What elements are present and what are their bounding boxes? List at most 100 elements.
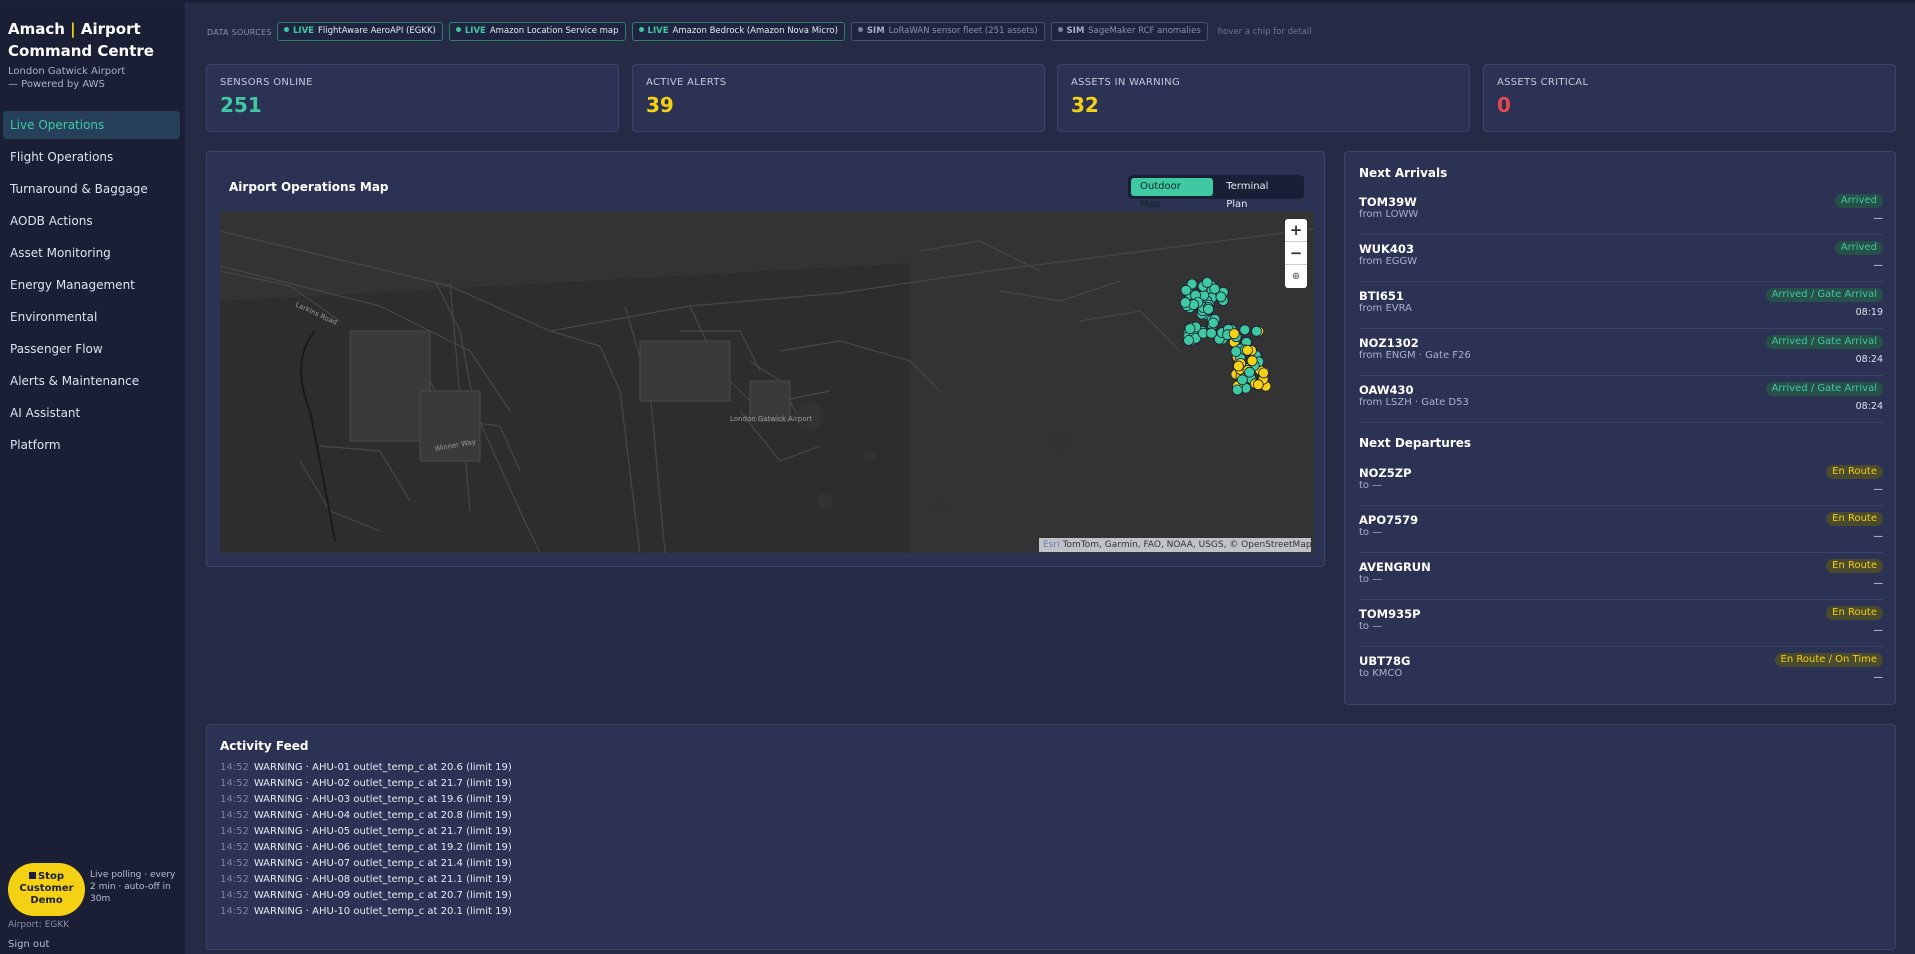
kpi-value: 251 (220, 93, 262, 117)
live-dot-icon (284, 27, 289, 32)
departure-row[interactable]: APO7579 to — En Route — (1359, 506, 1883, 553)
flight-route: to KMCO (1359, 668, 1403, 679)
sensor-marker[interactable] (1183, 334, 1194, 346)
flight-status-badge: Arrived / Gate Arrival (1765, 288, 1883, 302)
sign-out-link[interactable]: Sign out (8, 939, 49, 950)
departure-row[interactable]: UBT78G to KMCO En Route / On Time — (1359, 647, 1883, 694)
activity-time: 14:52 (220, 906, 249, 917)
activity-message: WARNING · AHU-06 outlet_temp_c at 19.2 (… (253, 842, 512, 853)
activity-item: 14:52 WARNING · AHU-01 outlet_temp_c at 2… (220, 760, 512, 776)
arrival-row[interactable]: TOM39W from LOWW Arrived — (1359, 188, 1883, 235)
top-strip (0, 0, 1915, 3)
departure-row[interactable]: TOM935P to — En Route — (1359, 600, 1883, 647)
chip-tag: SIM (866, 26, 885, 36)
nav-item-platform[interactable]: Platform (3, 431, 180, 459)
sensor-marker[interactable] (1252, 379, 1264, 391)
flight-status-badge: En Route (1826, 512, 1883, 526)
flight-status-badge: En Route (1826, 465, 1883, 479)
chip-lorawan[interactable]: SIM LoRaWAN sensor fleet (251 assets) (850, 22, 1045, 41)
activity-feed: Activity Feed 14:52 WARNING · AHU-01 outl… (206, 724, 1896, 950)
nav-item-passenger-flow[interactable]: Passenger Flow (3, 335, 180, 363)
sensor-marker[interactable] (1201, 277, 1213, 288)
sensor-marker[interactable] (1258, 367, 1269, 379)
flight-callsign: WUK403 (1359, 242, 1414, 256)
main-nav: Live Operations Flight Operations Turnar… (3, 111, 180, 463)
nav-item-asset-monitoring[interactable]: Asset Monitoring (3, 239, 180, 267)
flight-callsign: AVENGRUN (1359, 560, 1431, 574)
reset-north-button[interactable]: ⊕ (1285, 265, 1307, 288)
departure-row[interactable]: AVENGRUN to — En Route — (1359, 553, 1883, 600)
activity-item: 14:52 WARNING · AHU-06 outlet_temp_c at 1… (220, 840, 512, 856)
sensor-marker[interactable] (1184, 323, 1196, 334)
kpi-label: ACTIVE ALERTS (646, 77, 727, 88)
outdoor-map-tab[interactable]: Outdoor Map (1131, 178, 1214, 210)
nav-item-live-operations[interactable]: Live Operations (3, 111, 180, 139)
sensor-marker[interactable] (1215, 291, 1227, 303)
flight-callsign: NOZ5ZP (1359, 466, 1412, 480)
brand-name: Amach (8, 20, 65, 38)
esri-link[interactable]: Esri (1043, 540, 1060, 550)
stop-demo-button[interactable]: Stop Customer Demo (8, 863, 85, 916)
arrival-row[interactable]: OAW430 from LSZH · Gate D53 Arrived / Gate… (1359, 376, 1883, 423)
kpi-label: ASSETS CRITICAL (1497, 77, 1589, 88)
sensor-marker[interactable] (1232, 384, 1243, 396)
chip-tag: SIM (1066, 26, 1085, 36)
zoom-out-button[interactable]: − (1285, 242, 1307, 265)
nav-item-ai-assistant[interactable]: AI Assistant (3, 399, 180, 427)
sensor-marker[interactable] (1239, 324, 1251, 336)
activity-message: WARNING · AHU-02 outlet_temp_c at 21.7 (… (253, 778, 512, 789)
chip-bedrock[interactable]: LIVE Amazon Bedrock (Amazon Nova Micro) (631, 22, 845, 41)
terminal-plan-tab[interactable]: Terminal Plan (1217, 178, 1301, 210)
map-label-airport: London Gatwick Airport (730, 415, 812, 423)
brand-subtitle: London Gatwick Airport — Powered by AWS (8, 66, 126, 90)
flight-time: — (1873, 484, 1884, 495)
sensor-marker[interactable] (1246, 355, 1258, 367)
arrival-row[interactable]: WUK403 from EGGW Arrived — (1359, 235, 1883, 282)
nav-item-energy-management[interactable]: Energy Management (3, 271, 180, 299)
activity-time: 14:52 (220, 762, 249, 773)
kpi-active-alerts: ACTIVE ALERTS 39 (632, 64, 1045, 132)
flight-time: — (1873, 260, 1884, 271)
sensor-marker[interactable] (1237, 374, 1248, 386)
arrival-row[interactable]: NOZ1302 from ENGM · Gate F26 Arrived / Gat… (1359, 329, 1883, 376)
sim-dot-icon (857, 27, 863, 32)
flight-time: — (1873, 578, 1884, 589)
stop-demo-label: Stop Customer Demo (19, 871, 74, 906)
flight-status-badge: Arrived (1834, 194, 1883, 208)
nav-item-flight-operations[interactable]: Flight Operations (3, 143, 180, 171)
sensor-marker[interactable] (1244, 366, 1255, 378)
flight-status-badge: En Route / On Time (1774, 653, 1883, 667)
chip-flightaware[interactable]: LIVE FlightAware AeroAPI (EGKK) (277, 22, 443, 41)
sensor-marker[interactable] (1228, 328, 1240, 340)
sensor-marker[interactable] (1203, 303, 1214, 315)
kpi-assets-critical: ASSETS CRITICAL 0 (1483, 64, 1896, 132)
arrival-row[interactable]: BTI651 from EVRA Arrived / Gate Arrival 08:… (1359, 282, 1883, 329)
zoom-in-button[interactable]: + (1285, 219, 1307, 242)
kpi-value: 32 (1071, 93, 1099, 117)
nav-item-turnaround-baggage[interactable]: Turnaround & Baggage (3, 175, 180, 203)
nav-item-environmental[interactable]: Environmental (3, 303, 180, 331)
flight-time: — (1873, 213, 1884, 224)
sensor-marker[interactable] (1179, 297, 1191, 308)
nav-item-alerts-maintenance[interactable]: Alerts & Maintenance (3, 367, 180, 395)
kpi-value: 39 (646, 93, 674, 117)
sensor-marker[interactable] (1180, 284, 1192, 296)
flight-route: from ENGM · Gate F26 (1359, 350, 1471, 361)
chip-location-service[interactable]: LIVE Amazon Location Service map (448, 22, 626, 41)
flight-callsign: TOM39W (1359, 195, 1417, 209)
departure-row[interactable]: NOZ5ZP to — En Route — (1359, 459, 1883, 506)
live-dot-icon (455, 27, 461, 32)
sensor-marker[interactable] (1230, 346, 1242, 357)
sensor-marker[interactable] (1251, 325, 1262, 337)
live-dot-icon (638, 27, 644, 32)
activity-time: 14:52 (220, 794, 249, 805)
sensor-marker[interactable] (1207, 317, 1219, 329)
data-source-chips: LIVE FlightAware AeroAPI (EGKK) LIVE Amazo… (277, 22, 1312, 41)
airport-map[interactable]: Larkins Road Winner Way London Gatwick A… (220, 211, 1314, 553)
map-basemap: Larkins Road Winner Way London Gatwick A… (220, 211, 1314, 553)
sensor-marker[interactable] (1206, 327, 1217, 339)
sensor-marker[interactable] (1233, 360, 1244, 372)
nav-item-aodb-actions[interactable]: AODB Actions (3, 207, 180, 235)
sensor-marker[interactable] (1242, 344, 1253, 356)
chip-sagemaker[interactable]: SIM SageMaker RCF anomalies (1050, 22, 1208, 41)
